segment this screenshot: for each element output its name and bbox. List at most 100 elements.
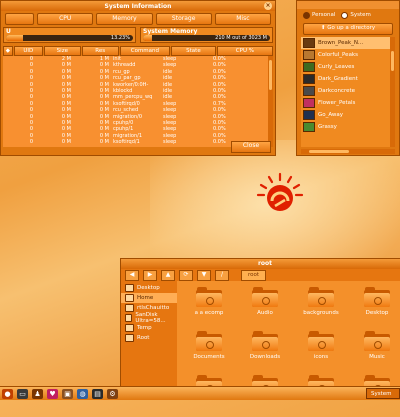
theme-scrollbar[interactable] bbox=[390, 37, 395, 147]
col-cpu[interactable]: CPU % bbox=[216, 46, 274, 56]
memory-usage-text: 210 M out of 3023 M bbox=[215, 35, 267, 41]
folder-icon bbox=[364, 287, 390, 307]
sidebar-item[interactable]: Desktop bbox=[121, 283, 177, 293]
folder-icon bbox=[252, 287, 278, 307]
tab-memory[interactable]: Memory bbox=[96, 13, 153, 25]
theme-swatch-icon bbox=[303, 122, 315, 132]
table-cell: 0 bbox=[29, 139, 33, 146]
sidebar-item[interactable]: Home bbox=[121, 293, 177, 303]
back-icon[interactable]: ◀ bbox=[125, 269, 139, 281]
radio-system[interactable]: System bbox=[341, 11, 371, 19]
col-arrow[interactable]: ◆ bbox=[3, 46, 13, 56]
col-uid[interactable]: UID bbox=[13, 46, 43, 56]
radio-dot-icon bbox=[303, 11, 310, 19]
drive-icon bbox=[125, 334, 134, 342]
tab-storage[interactable]: Storage bbox=[155, 13, 212, 25]
scroll-thumb[interactable] bbox=[269, 60, 272, 90]
globe-icon[interactable]: ◍ bbox=[77, 388, 88, 399]
sidebar-item-label: Desktop bbox=[137, 285, 160, 291]
theme-swatch-icon bbox=[303, 86, 315, 96]
folder-item[interactable]: Audio bbox=[239, 285, 291, 329]
tab-cpu[interactable]: CPU bbox=[37, 13, 94, 25]
col-command[interactable]: Command bbox=[119, 46, 171, 56]
cpu-meter: U 13.23% bbox=[3, 27, 136, 43]
settings-icon[interactable]: ⚙ bbox=[107, 388, 118, 399]
refresh-icon[interactable]: ⟳ bbox=[179, 269, 193, 281]
col-state[interactable]: State bbox=[171, 46, 216, 56]
image-icon[interactable]: ▣ bbox=[62, 388, 73, 399]
process-scrollbar[interactable] bbox=[268, 56, 273, 147]
folder-item[interactable]: a a ecomp bbox=[183, 285, 235, 329]
list-item[interactable]: Flower_Petals bbox=[301, 97, 395, 109]
files-body: Desktop Home rtlsChauitto SanDisk Ultra=58.… bbox=[121, 281, 400, 395]
process-list[interactable]: 02 M1 Minit sleep 0.0% 0 0 M0 Mkthreadd sleep… bbox=[3, 56, 273, 147]
theme-swatch-icon bbox=[303, 38, 315, 48]
col-res[interactable]: Res bbox=[81, 46, 119, 56]
sun-logo-icon bbox=[256, 172, 304, 211]
theme-name: Darkconcrete bbox=[318, 88, 356, 94]
radio-personal-label: Personal bbox=[312, 12, 336, 18]
folder-label: Documents bbox=[193, 354, 225, 360]
folder-icon bbox=[308, 287, 334, 307]
col-size[interactable]: Size bbox=[43, 46, 81, 56]
folder-item[interactable]: Downloads bbox=[239, 329, 291, 373]
memory-meter-label: System Memory bbox=[143, 28, 198, 35]
table-cell: ksoftirqd/1 bbox=[113, 139, 140, 146]
sidebar-item-label: rtlsChauitto bbox=[137, 305, 170, 311]
file-manager-window: root ◀ ▶ ▲ ⟳ ▼ / root Desktop Home rtlsCha… bbox=[120, 258, 400, 395]
tab-blank[interactable] bbox=[5, 13, 35, 25]
theme-hscrollbar[interactable] bbox=[301, 149, 395, 154]
theme-titlebar[interactable] bbox=[297, 1, 399, 9]
cpu-progress-bar: 13.23% bbox=[6, 35, 133, 41]
list-item[interactable]: Darkconcrete bbox=[301, 85, 395, 97]
folder-item[interactable]: Desktop bbox=[351, 285, 400, 329]
breadcrumb[interactable]: root bbox=[241, 269, 267, 281]
folder-icon bbox=[308, 331, 334, 351]
folder-item[interactable]: icons bbox=[295, 329, 347, 373]
tab-misc[interactable]: Misc bbox=[214, 13, 271, 25]
drive-icon bbox=[125, 314, 133, 322]
radio-dot-icon bbox=[341, 11, 349, 19]
list-item[interactable]: Dark_Gradient bbox=[301, 73, 395, 85]
close-icon[interactable]: × bbox=[264, 2, 272, 10]
list-item[interactable]: Colorful_Peaks bbox=[301, 49, 395, 61]
sidebar-item[interactable]: Temp bbox=[121, 323, 177, 333]
theme-swatch-icon bbox=[303, 62, 315, 72]
go-up-directory-button[interactable]: ⬆ Go up a directory bbox=[303, 23, 393, 35]
sidebar-item[interactable]: SanDisk Ultra=58... bbox=[121, 312, 177, 324]
list-item[interactable]: Curly_Leaves bbox=[301, 61, 395, 73]
forward-icon[interactable]: ▶ bbox=[143, 269, 157, 281]
list-item[interactable]: Brown_Peak_N... bbox=[301, 37, 395, 49]
folder-label: a a ecomp bbox=[194, 310, 224, 316]
taskbar: ● ▭ ♟ ♥ ▣ ◍ ▤ ⚙ System bbox=[0, 386, 400, 400]
list-item[interactable]: Go_Away bbox=[301, 109, 395, 121]
scroll-thumb[interactable] bbox=[391, 51, 394, 71]
monitor-icon[interactable]: ▤ bbox=[92, 388, 103, 399]
sysinfo-titlebar[interactable]: System Information × bbox=[1, 1, 275, 11]
folder-item[interactable]: Music bbox=[351, 329, 400, 373]
theme-swatch-icon bbox=[303, 50, 315, 60]
folder-item[interactable]: backgrounds bbox=[295, 285, 347, 329]
files-titlebar[interactable]: root bbox=[121, 259, 400, 269]
user-icon[interactable]: ♟ bbox=[32, 388, 43, 399]
folder-item[interactable]: Documents bbox=[183, 329, 235, 373]
terminal-icon[interactable]: ▭ bbox=[17, 388, 28, 399]
up-icon[interactable]: ▲ bbox=[161, 269, 175, 281]
taskbar-system-button[interactable]: System bbox=[366, 388, 400, 399]
go-up-label: Go up a directory bbox=[327, 25, 376, 31]
scroll-thumb[interactable] bbox=[309, 150, 349, 153]
close-button[interactable]: Close bbox=[231, 141, 271, 153]
path-edit-icon[interactable]: / bbox=[215, 269, 229, 281]
sidebar-item[interactable]: Root bbox=[121, 333, 177, 343]
heart-icon[interactable]: ♥ bbox=[47, 388, 58, 399]
theme-name: Dark_Gradient bbox=[318, 76, 358, 82]
app-menu-icon[interactable]: ● bbox=[2, 388, 13, 399]
theme-selector-window: Personal System ⬆ Go up a directory Brow… bbox=[296, 0, 400, 156]
places-sidebar: Desktop Home rtlsChauitto SanDisk Ultra=58.… bbox=[121, 281, 177, 387]
theme-source-radios: Personal System bbox=[297, 9, 399, 21]
menu-down-icon[interactable]: ▼ bbox=[197, 269, 211, 281]
radio-personal[interactable]: Personal bbox=[303, 11, 336, 19]
list-item[interactable]: Grassy bbox=[301, 121, 395, 133]
table-cell: 0 M bbox=[61, 139, 71, 146]
theme-list[interactable]: Brown_Peak_N... Colorful_Peaks Curly_Leave… bbox=[301, 37, 395, 147]
